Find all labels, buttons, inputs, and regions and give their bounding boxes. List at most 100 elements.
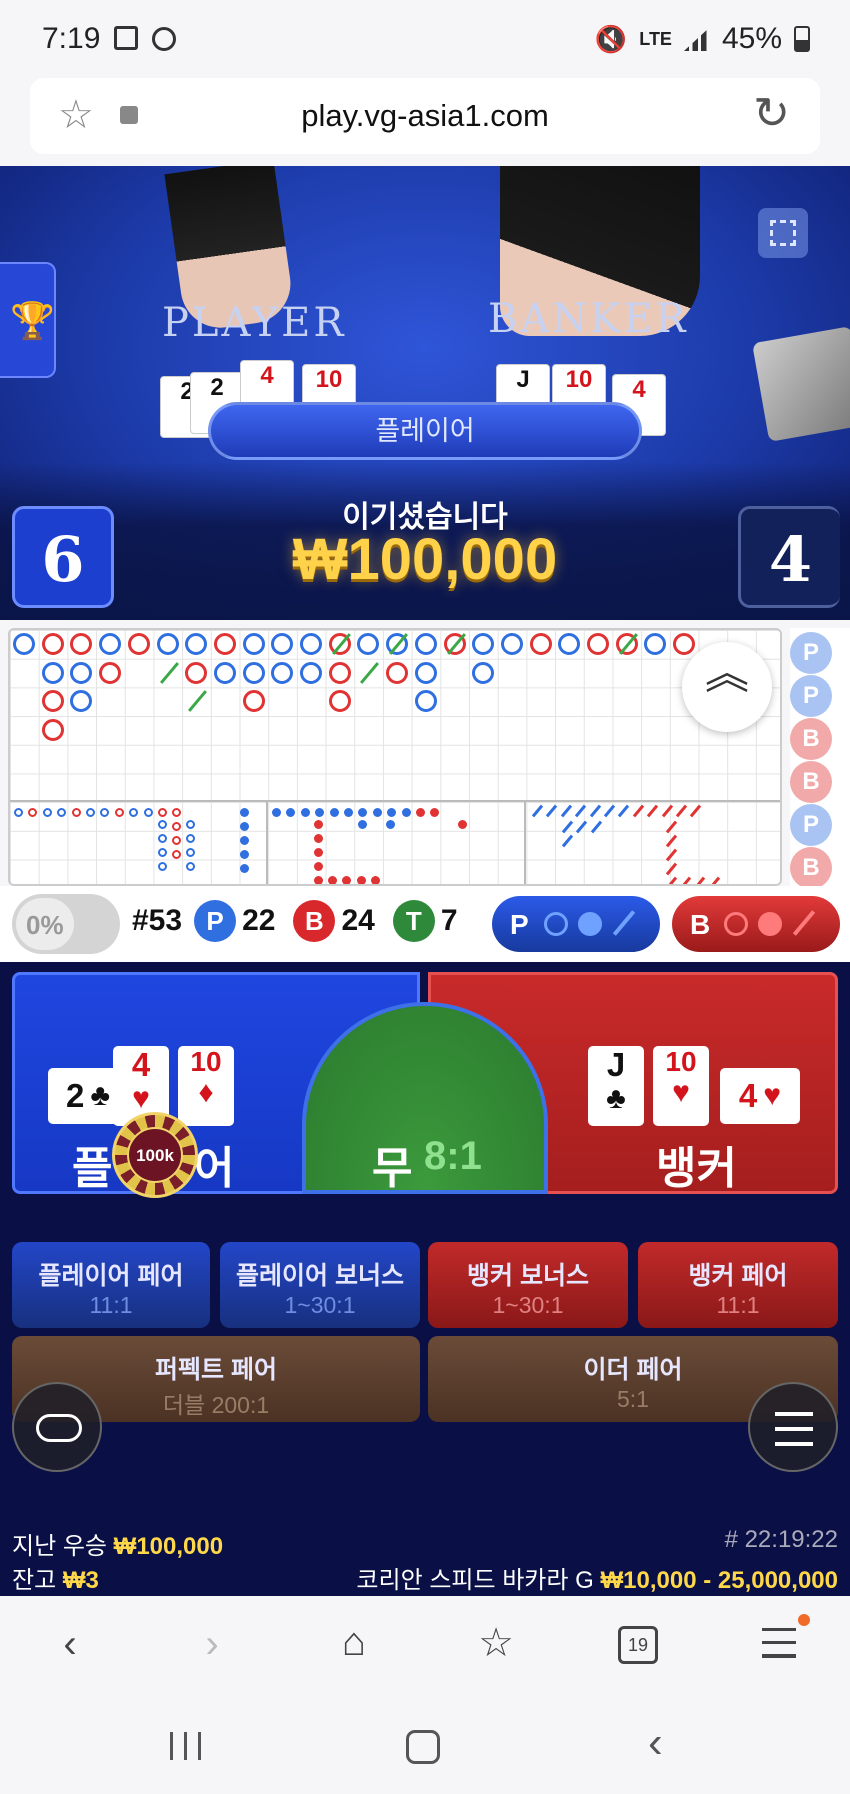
fullscreen-button[interactable] — [758, 208, 808, 258]
derived-road-mark — [172, 850, 181, 859]
road-mark — [41, 661, 64, 684]
status-time: 7:19 — [42, 22, 101, 55]
predict-dot-icon — [758, 912, 782, 936]
player-table-label: PLAYER — [162, 300, 347, 346]
percent-toggle[interactable]: 0% — [12, 894, 120, 954]
road-mark — [300, 661, 322, 684]
derived-road-mark — [531, 804, 544, 818]
card-suit: ♣ — [606, 1082, 626, 1115]
predict-slash-icon — [612, 910, 636, 936]
menu-button[interactable] — [748, 1382, 838, 1472]
derived-road-mark — [100, 808, 110, 817]
bead-pill: B — [790, 718, 832, 760]
result-card: 4 ♥ — [720, 1068, 800, 1124]
dnd-icon — [152, 27, 176, 51]
bead-pill: P — [790, 804, 832, 846]
player-zone-label-right: 어 — [194, 1144, 235, 1193]
road-mark — [13, 633, 35, 655]
tie-count-badge: T — [392, 900, 435, 942]
roadmap-board[interactable]: ︽ — [8, 628, 782, 886]
card-suit: ♣ — [90, 1079, 111, 1112]
result-card: 10 ♥ — [653, 1046, 709, 1126]
road-mark — [414, 633, 437, 655]
trophy-tab[interactable]: 🏆 — [0, 262, 56, 378]
derived-road-mark — [647, 804, 659, 818]
result-pill-text: 플레이어 — [375, 416, 475, 446]
derived-road-mark — [240, 864, 249, 873]
player-predict-button[interactable]: P — [492, 896, 660, 952]
address-bar[interactable]: ☆ play.vg-asia1.com ↻ — [30, 78, 820, 154]
side-bet-name: 뱅커 보너스 — [467, 1262, 589, 1290]
tie-count: 7 — [440, 904, 458, 937]
banker-table-label: BANKER — [488, 296, 689, 342]
derived-road-mark — [158, 862, 167, 871]
notification-dot — [798, 1614, 810, 1626]
side-bet-name: 플레이어 보너스 — [236, 1262, 404, 1290]
road-mark — [41, 633, 64, 655]
road-mark — [300, 633, 322, 655]
road-mark — [242, 633, 265, 655]
clock: # 22:19:22 — [724, 1526, 838, 1553]
home-icon[interactable]: ⌂ — [324, 1620, 384, 1665]
derived-road-mark — [71, 808, 81, 817]
chip-inner: 100k — [127, 1127, 183, 1183]
road-mark — [328, 690, 351, 713]
derived-road-mark — [458, 820, 467, 829]
tabs-button[interactable]: 19 — [618, 1626, 658, 1664]
card-rank: 2 — [65, 1077, 85, 1114]
derived-road-mark — [358, 820, 367, 829]
card-suit: ♥ — [132, 1082, 150, 1115]
tie-zone-label: 무 — [372, 1144, 413, 1193]
derived-road-mark — [690, 804, 702, 818]
road-mark — [99, 661, 122, 684]
result-card: J ♣ — [588, 1046, 644, 1126]
derived-road-mark — [172, 822, 181, 831]
side-bet-button[interactable]: 뱅커 보너스 1~30:1 — [428, 1242, 628, 1328]
lobby-button[interactable] — [12, 1382, 102, 1472]
derived-road-mark — [14, 808, 23, 817]
derived-road-mark — [665, 876, 678, 884]
collapse-button[interactable]: ︽ — [682, 642, 772, 732]
derived-road-mark — [665, 834, 678, 848]
banker-predict-label: B — [690, 909, 711, 940]
road-mark — [472, 633, 495, 655]
derived-road-mark — [186, 862, 195, 871]
side-bet-button[interactable]: 플레이어 보너스 1~30:1 — [220, 1242, 420, 1328]
road-mark — [558, 633, 581, 655]
chip-100k[interactable]: 100k — [112, 1112, 198, 1198]
back-icon[interactable]: ‹ — [40, 1622, 100, 1667]
derived-road-mark — [329, 808, 339, 817]
card-rank: 10 — [665, 1046, 697, 1077]
road-mark — [99, 633, 122, 655]
recent-apps-icon[interactable] — [170, 1732, 202, 1760]
balance-label: 잔고 — [12, 1567, 57, 1594]
road-mark — [472, 661, 495, 684]
menu-icon[interactable] — [762, 1628, 796, 1658]
back-button-icon[interactable]: ‹ — [648, 1718, 663, 1768]
tie-mark — [159, 661, 179, 684]
road-mark — [41, 719, 64, 742]
road-mark — [127, 633, 150, 655]
side-bet-button[interactable]: 플레이어 페어 11:1 — [12, 1242, 210, 1328]
bookmarks-icon[interactable]: ☆ — [466, 1620, 526, 1666]
reload-icon[interactable]: ↻ — [753, 88, 790, 139]
bead-pill: P — [790, 675, 832, 717]
banker-predict-button[interactable]: B — [672, 896, 840, 952]
road-mark — [70, 633, 93, 655]
side-bet-name: 플레이어 페어 — [38, 1262, 184, 1290]
gallery-icon — [114, 26, 138, 50]
url-text[interactable]: play.vg-asia1.com — [30, 98, 820, 134]
table-info: 코리안 스피드 바카라 G ₩10,000 - 25,000,000 — [356, 1560, 838, 1595]
side-bet-odds: 1~30:1 — [492, 1292, 564, 1318]
derived-road-mark — [314, 862, 323, 871]
derived-road-mark — [186, 848, 195, 857]
road-mark — [242, 661, 265, 684]
home-button-icon[interactable] — [406, 1730, 440, 1764]
derived-road-mark — [546, 804, 558, 818]
side-bet-button[interactable]: 뱅커 페어 11:1 — [638, 1242, 838, 1328]
derived-road-mark — [314, 876, 323, 884]
player-count-badge: P — [194, 900, 237, 942]
forward-icon[interactable]: › — [182, 1622, 242, 1667]
derived-road-mark — [665, 848, 678, 862]
tie-mark — [360, 661, 380, 684]
